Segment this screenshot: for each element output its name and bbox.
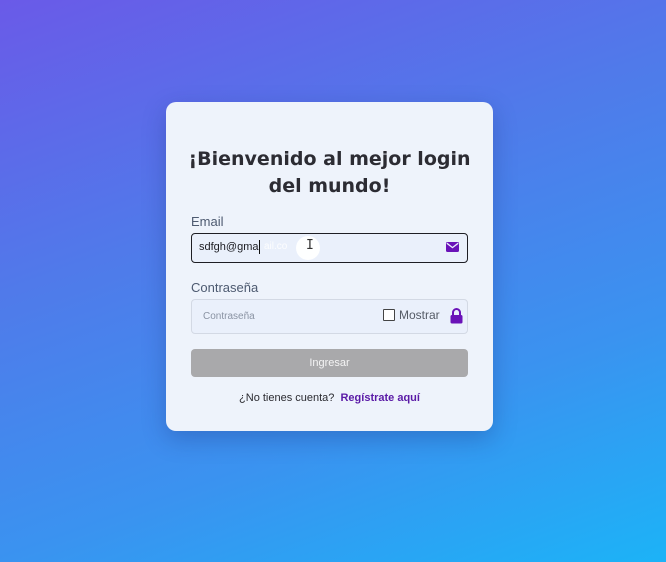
login-title: ¡Bienvenido al mejor login del mundo! xyxy=(188,148,471,197)
register-prompt-line: ¿No tienes cuenta? Regístrate aquí xyxy=(166,392,493,404)
text-caret xyxy=(259,240,260,254)
password-label: Contraseña xyxy=(191,280,259,295)
lock-icon xyxy=(450,308,463,324)
show-password-toggle[interactable]: Mostrar xyxy=(383,308,440,322)
autocomplete-ghost-text: ail.co xyxy=(264,241,288,252)
envelope-icon xyxy=(446,242,459,252)
show-password-label: Mostrar xyxy=(399,308,440,322)
show-password-checkbox[interactable] xyxy=(383,309,395,321)
login-button[interactable]: Ingresar xyxy=(191,349,468,377)
email-label: Email xyxy=(191,214,224,229)
password-placeholder: Contraseña xyxy=(203,311,255,322)
register-link[interactable]: Regístrate aquí xyxy=(340,392,419,404)
email-field[interactable]: sdfgh@gma ail.co I xyxy=(191,233,468,263)
register-prompt: ¿No tienes cuenta? xyxy=(239,392,335,404)
password-field[interactable]: Contraseña Mostrar xyxy=(191,299,468,334)
email-value: sdfgh@gma xyxy=(199,241,259,253)
login-card: ¡Bienvenido al mejor login del mundo! Em… xyxy=(166,102,493,431)
text-cursor-icon: I xyxy=(306,238,314,253)
